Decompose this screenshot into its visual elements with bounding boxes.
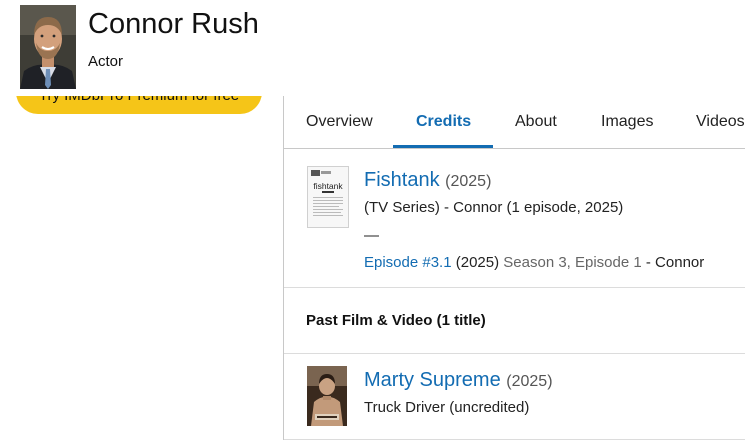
divider [284, 287, 745, 288]
avatar[interactable] [20, 5, 76, 89]
episode-year: (2025) [455, 254, 500, 271]
tab-videos[interactable]: Videos [696, 96, 745, 148]
episode-link[interactable]: Episode #3.1 [364, 254, 452, 271]
credits-panel: Overview Credits About Images Videos fis… [283, 96, 745, 440]
tab-overview[interactable]: Overview [306, 96, 373, 148]
credit-title-text[interactable]: Fishtank [364, 169, 440, 191]
past-film-section-title: Past Film & Video (1 title) [306, 312, 486, 329]
tab-credits[interactable]: Credits [416, 96, 471, 148]
credit-year: (2025) [445, 173, 492, 190]
person-role: Actor [88, 53, 124, 70]
marty-supreme-poster[interactable] [307, 366, 347, 426]
episode-separator: — [364, 227, 379, 244]
divider [284, 353, 745, 354]
poster-image: fishtank [308, 167, 348, 227]
credit-title-fishtank[interactable]: Fishtank (2025) [364, 169, 491, 192]
episode-line: Episode #3.1 (2025) Season 3, Episode 1 … [364, 254, 704, 271]
poster-image [307, 366, 347, 426]
person-header: Connor Rush Actor [0, 0, 745, 96]
person-name: Connor Rush [88, 8, 259, 40]
fishtank-poster[interactable]: fishtank [307, 166, 349, 228]
page: Try IMDbPro Premium for free [0, 0, 745, 440]
tab-images[interactable]: Images [601, 96, 653, 148]
credit-year: (2025) [506, 373, 553, 390]
credit-title-marty-supreme[interactable]: Marty Supreme (2025) [364, 369, 553, 392]
tab-bar: Overview Credits About Images Videos [284, 96, 745, 149]
active-tab-indicator [393, 145, 493, 148]
tab-about[interactable]: About [515, 96, 557, 148]
credit-description: Truck Driver (uncredited) [364, 399, 530, 416]
episode-role: - Connor [645, 254, 705, 271]
credit-description: (TV Series) - Connor (1 episode, 2025) [364, 199, 624, 216]
episode-season: Season 3, Episode 1 [503, 254, 642, 271]
credit-title-text[interactable]: Marty Supreme [364, 369, 501, 391]
poster-title-text: fishtank [313, 181, 343, 191]
headshot-image [20, 5, 76, 89]
